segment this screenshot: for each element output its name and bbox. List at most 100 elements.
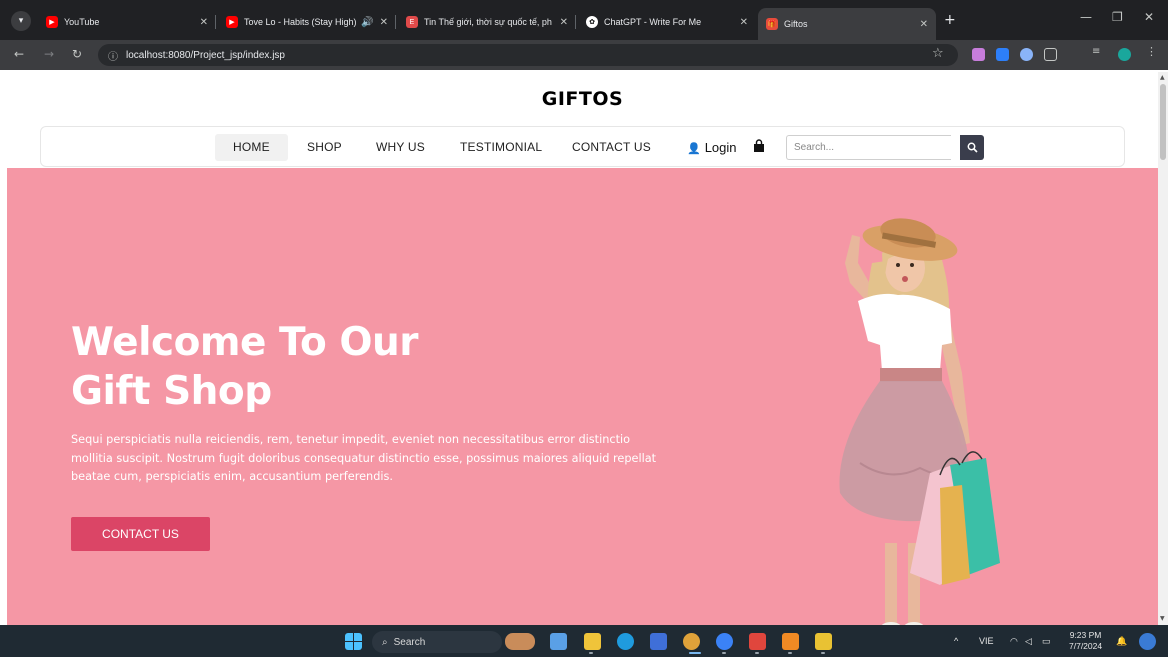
tab-separator [395,15,396,29]
close-icon[interactable]: ✕ [920,19,928,30]
running-indicator [755,652,759,654]
window-close-icon[interactable]: ✕ [1144,10,1154,24]
web-page: GIFTOS HOME SHOP WHY US TESTIMONIAL CONT… [7,72,1158,625]
running-indicator [589,652,593,654]
scrollbar-thumb[interactable] [1160,84,1166,160]
active-indicator [689,652,701,654]
nav-testimonial[interactable]: TESTIMONIAL [442,134,560,161]
url-text: localhost:8080/Project_jsp/index.jsp [126,49,285,61]
contact-us-button[interactable]: CONTACT US [71,517,210,551]
new-tab-button[interactable]: + [944,12,956,28]
language-indicator[interactable]: VIE [979,636,994,646]
nav-home[interactable]: HOME [215,134,288,161]
extension-icon[interactable] [996,48,1009,61]
speaker-icon[interactable]: 🔊 [361,17,373,28]
shopping-bag-icon[interactable] [753,139,765,153]
minimize-icon[interactable]: — [1080,10,1092,24]
close-icon[interactable]: ✕ [200,17,208,28]
login-label: Login [704,140,737,155]
chevron-up-icon[interactable]: ^ [954,636,958,646]
running-indicator [788,652,792,654]
tab-giftos[interactable]: 🎁 Giftos ✕ [758,8,936,40]
tab-news[interactable]: E Tin Thế giới, thời sự quốc tế, ph ✕ [398,9,576,35]
screen: ▾ ▶ YouTube ✕ ▶ Tove Lo - Habits (Stay H… [0,0,1168,657]
scroll-up-arrow-icon[interactable]: ▲ [1160,74,1165,81]
taskbar-clock[interactable]: 9:23 PM 7/7/2024 [1069,630,1102,652]
running-indicator [722,652,726,654]
nav-contact-us[interactable]: CONTACT US [554,134,669,161]
gift-icon: 🎁 [766,18,778,30]
search-button[interactable] [960,135,984,160]
forward-icon[interactable]: → [44,47,54,61]
tab-chatgpt[interactable]: ✿ ChatGPT - Write For Me ✕ [578,9,756,35]
taskbar-search[interactable]: ⌕ Search [372,631,502,653]
browser-toolbar: ← → ↻ ⓘ localhost:8080/Project_jsp/index… [0,40,1168,70]
info-icon[interactable]: ⓘ [108,48,118,63]
clock-time: 9:23 PM [1069,630,1102,640]
windows-taskbar: ⌕ Search ^ VIE ◠ ◁ ▭ 9:23 PM 7/7/2024 🔔 [0,625,1168,657]
volume-icon[interactable]: ◁ [1025,636,1032,647]
login-link[interactable]: 👤 Login [687,134,737,161]
tab-search-menu-button[interactable]: ▾ [11,11,31,31]
tab-music[interactable]: ▶ Tove Lo - Habits (Stay High) 🔊 ✕ [218,9,396,35]
hero-banner: Welcome To Our Gift Shop Sequi perspicia… [7,168,1158,625]
notification-bell-icon[interactable]: 🔔 [1116,636,1127,647]
youtube-icon: ▶ [226,16,238,28]
battery-icon[interactable]: ▭ [1042,636,1051,647]
tab-title: YouTube [64,17,100,27]
tab-title: Tove Lo - Habits (Stay High) [244,17,357,27]
app-icon[interactable] [815,633,832,650]
address-bar[interactable]: ⓘ localhost:8080/Project_jsp/index.jsp [98,44,958,66]
browser-tab-strip: ▾ ▶ YouTube ✕ ▶ Tove Lo - Habits (Stay H… [0,0,1168,40]
edge-icon[interactable] [617,633,634,650]
app-icon[interactable] [749,633,766,650]
scroll-down-arrow-icon[interactable]: ▼ [1160,615,1165,622]
chrome-icon[interactable] [683,633,700,650]
hero-girl-image [839,218,1000,625]
tab-title: Tin Thế giới, thời sự quốc tế, ph [424,17,552,27]
chrome-menu-icon[interactable]: ⋮ [1146,45,1159,58]
app-icon[interactable] [650,633,667,650]
back-icon[interactable]: ← [14,47,24,61]
search-icon [967,142,978,153]
profile-avatar[interactable] [1118,48,1131,61]
search-icon: ⌕ [382,636,388,648]
windows-start-icon[interactable] [345,633,362,650]
close-icon[interactable]: ✕ [560,17,568,28]
zalo-icon[interactable] [716,633,733,650]
tab-youtube[interactable]: ▶ YouTube ✕ [38,9,216,35]
copilot-icon[interactable] [1139,633,1156,650]
bookmark-star-icon[interactable]: ☆ [932,46,944,61]
file-explorer-icon[interactable] [584,633,601,650]
reload-icon[interactable]: ↻ [72,47,82,61]
tab-title: Giftos [784,19,808,29]
app-icon[interactable] [782,633,799,650]
reading-list-icon[interactable]: ≡ [1092,46,1105,59]
hero-title-line: Welcome To Our [71,320,418,365]
close-icon[interactable]: ✕ [740,17,748,28]
close-icon[interactable]: ✕ [380,17,388,28]
user-icon: 👤 [687,143,701,155]
taskbar-search-label: Search [393,636,426,648]
extension-icon[interactable] [972,48,985,61]
extensions-puzzle-icon[interactable] [1044,48,1057,61]
running-indicator [821,652,825,654]
hero-description: Sequi perspiciatis nulla reiciendis, rem… [71,433,657,483]
news-icon: E [406,16,418,28]
nav-shop[interactable]: SHOP [289,134,360,161]
search-input[interactable] [786,135,951,160]
chatgpt-icon: ✿ [586,16,598,28]
widgets-icon[interactable] [505,633,535,650]
hero-title-line: Gift Shop [71,369,272,414]
extension-icon[interactable] [1020,48,1033,61]
page-scrollbar[interactable]: ▲ ▼ [1158,72,1168,625]
site-brand-logo[interactable]: GIFTOS [7,88,1158,110]
tab-title: ChatGPT - Write For Me [604,17,702,27]
nav-why-us[interactable]: WHY US [358,134,443,161]
restore-icon[interactable]: ❐ [1112,10,1123,24]
clock-date: 7/7/2024 [1069,641,1103,651]
wifi-icon[interactable]: ◠ [1010,636,1018,647]
tab-separator [575,15,576,29]
store-icon[interactable] [550,633,567,650]
site-navbar: HOME SHOP WHY US TESTIMONIAL CONTACT US … [40,126,1125,167]
